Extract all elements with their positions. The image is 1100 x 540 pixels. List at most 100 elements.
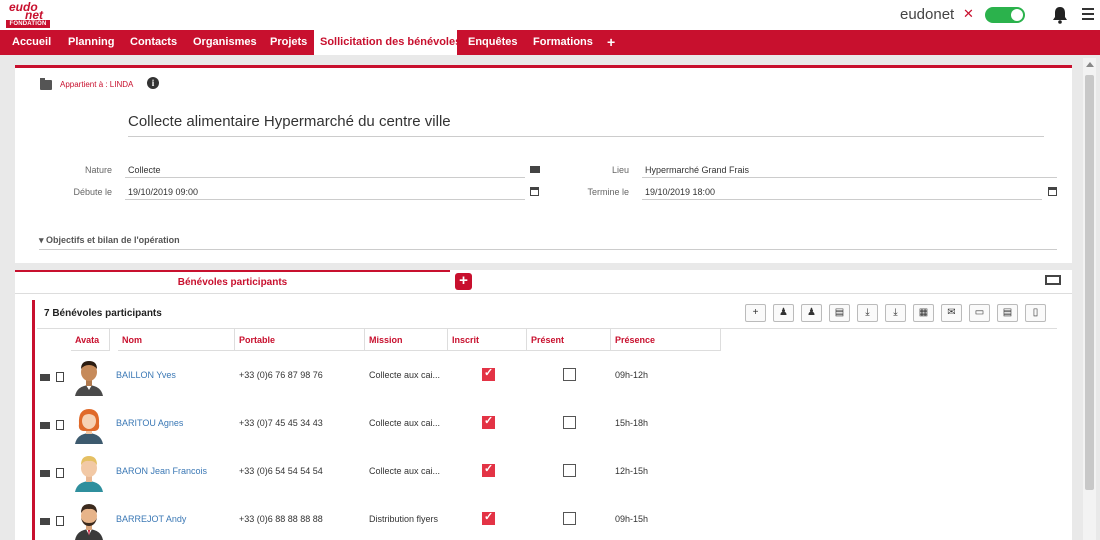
- present-checkbox[interactable]: [563, 368, 576, 381]
- participants-grid: Avata Nom Portable Mission Inscrit Prése…: [37, 328, 1057, 540]
- document-icon[interactable]: [56, 372, 64, 382]
- folder-icon: [40, 78, 52, 90]
- eudonet-fondation-logo[interactable]: eudo net FONDATION: [6, 1, 50, 28]
- avatar: [75, 456, 103, 492]
- nav-add-tab-button[interactable]: +: [601, 30, 621, 55]
- termine-label: Termine le: [587, 187, 629, 197]
- present-checkbox[interactable]: [563, 464, 576, 477]
- objectifs-section-toggle[interactable]: ▾ Objectifs et bilan de l'opération: [39, 235, 1057, 250]
- participant-mission: Distribution flyers: [369, 514, 439, 524]
- participant-name[interactable]: BARREJOT Andy: [116, 514, 186, 524]
- participant-phone: +33 (0)6 54 54 54 54: [239, 466, 323, 476]
- document-icon[interactable]: [56, 468, 64, 478]
- logo-text-sub: FONDATION: [6, 20, 50, 28]
- folder-icon[interactable]: [40, 422, 50, 429]
- calendar-icon[interactable]: [1048, 187, 1057, 196]
- calendar-icon[interactable]: [530, 187, 539, 196]
- nav-item-sollicitation[interactable]: Sollicitation des bénévoles: [314, 30, 461, 55]
- participant-mission: Collecte aux cai...: [369, 466, 441, 476]
- sms-icon[interactable]: ▭: [969, 304, 990, 322]
- lieu-field[interactable]: Hypermarché Grand Frais: [642, 165, 1057, 178]
- table-row[interactable]: BARREJOT Andy +33 (0)6 88 88 88 88 Distr…: [37, 496, 1057, 540]
- nav-item-contacts[interactable]: Contacts: [124, 30, 183, 55]
- excel-icon[interactable]: ▦: [913, 304, 934, 322]
- column-header-inscrit[interactable]: Inscrit: [448, 329, 527, 351]
- lieu-label: Lieu: [611, 165, 629, 175]
- participant-phone: +33 (0)6 88 88 88 88: [239, 514, 323, 524]
- inscrit-checkbox[interactable]: [482, 414, 495, 429]
- column-header-nom[interactable]: Nom: [118, 329, 235, 351]
- participant-phone: +33 (0)6 76 87 98 76: [239, 370, 323, 380]
- table-row[interactable]: BAILLON Yves +33 (0)6 76 87 98 76 Collec…: [37, 352, 1057, 400]
- report-icon[interactable]: ▤: [997, 304, 1018, 322]
- scroll-up-arrow-icon[interactable]: [1086, 62, 1094, 67]
- participant-mission: Collecte aux cai...: [369, 370, 441, 380]
- record-panel: Appartient à : LINDA i Collecte alimenta…: [15, 65, 1072, 263]
- nature-label: Nature: [84, 165, 112, 175]
- mode-toggle[interactable]: [985, 7, 1025, 23]
- participant-presence: 12h-15h: [615, 466, 649, 476]
- info-icon[interactable]: i: [147, 77, 159, 89]
- tab-benevoles-participants[interactable]: Bénévoles participants: [15, 270, 450, 294]
- document-icon[interactable]: ▯: [1025, 304, 1046, 322]
- section-accent-bar: [32, 300, 35, 540]
- nav-item-enquetes[interactable]: Enquêtes: [462, 30, 524, 55]
- participant-presence: 15h-18h: [615, 418, 649, 428]
- inscrit-checkbox[interactable]: [482, 510, 495, 525]
- nav-item-organismes[interactable]: Organismes: [187, 30, 263, 55]
- column-header-portable[interactable]: Portable: [235, 329, 365, 351]
- inscrit-checkbox[interactable]: [482, 366, 495, 381]
- export-icon[interactable]: ⤓: [885, 304, 906, 322]
- document-icon[interactable]: [56, 420, 64, 430]
- avatar: [75, 361, 103, 396]
- folder-icon[interactable]: [40, 518, 50, 525]
- folder-icon[interactable]: [40, 470, 50, 477]
- add-tab-button[interactable]: +: [455, 273, 472, 290]
- page-scrollbar[interactable]: [1083, 58, 1096, 540]
- display-mode-icon[interactable]: [1045, 275, 1061, 285]
- participant-presence: 09h-15h: [615, 514, 649, 524]
- subtab-strip: Bénévoles participants +: [15, 270, 1072, 294]
- nav-item-accueil[interactable]: Accueil: [6, 30, 57, 55]
- avatar: [75, 409, 103, 444]
- column-header-avatar[interactable]: Avata: [71, 329, 110, 351]
- column-header-present[interactable]: Présent: [527, 329, 611, 351]
- bell-icon[interactable]: [1052, 6, 1068, 24]
- document-icon[interactable]: [56, 516, 64, 526]
- column-header-mission[interactable]: Mission: [365, 329, 448, 351]
- download-icon[interactable]: ⤓: [857, 304, 878, 322]
- debut-date-field[interactable]: 19/10/2019 09:00: [125, 187, 525, 200]
- nature-field[interactable]: Collecte: [125, 165, 525, 178]
- participant-presence: 09h-12h: [615, 370, 649, 380]
- participant-name[interactable]: BARON Jean Francois: [116, 466, 207, 476]
- avatar: [75, 504, 103, 540]
- brand-name: eudonet: [900, 6, 955, 23]
- participant-mission: Collecte aux cai...: [369, 418, 441, 428]
- add-user-icon[interactable]: ♟: [773, 304, 794, 322]
- present-checkbox[interactable]: [563, 416, 576, 429]
- participants-section: 7 Bénévoles participants + ♟ ♟ ▤ ⤓ ⤓ ▦ ✉…: [15, 294, 1072, 540]
- participants-count: 7 Bénévoles participants: [44, 308, 162, 319]
- participant-name[interactable]: BAILLON Yves: [116, 370, 176, 380]
- nav-item-projets[interactable]: Projets: [264, 30, 313, 55]
- termine-date-field[interactable]: 19/10/2019 18:00: [642, 187, 1042, 200]
- main-navbar: Accueil Planning Contacts Organismes Pro…: [0, 30, 1100, 55]
- record-title[interactable]: Collecte alimentaire Hypermarché du cent…: [128, 113, 1044, 137]
- add-icon[interactable]: +: [745, 304, 766, 322]
- table-row[interactable]: BARON Jean Francois +33 (0)6 54 54 54 54…: [37, 448, 1057, 496]
- email-icon[interactable]: ✉: [941, 304, 962, 322]
- filter-icon[interactable]: ▤: [829, 304, 850, 322]
- merge-users-icon[interactable]: ♟: [801, 304, 822, 322]
- nav-item-planning[interactable]: Planning: [62, 30, 120, 55]
- hamburger-menu-icon[interactable]: [1082, 8, 1094, 22]
- column-header-presence[interactable]: Présence: [611, 329, 721, 351]
- participant-phone: +33 (0)7 45 45 34 43: [239, 418, 323, 428]
- nav-item-formations[interactable]: Formations: [527, 30, 599, 55]
- present-checkbox[interactable]: [563, 512, 576, 525]
- scrollbar-thumb[interactable]: [1085, 75, 1094, 490]
- folder-icon[interactable]: [40, 374, 50, 381]
- participant-name[interactable]: BARITOU Agnes: [116, 418, 183, 428]
- inscrit-checkbox[interactable]: [482, 462, 495, 477]
- record-owner[interactable]: Appartient à : LINDA: [60, 80, 133, 89]
- table-row[interactable]: BARITOU Agnes +33 (0)7 45 45 34 43 Colle…: [37, 400, 1057, 448]
